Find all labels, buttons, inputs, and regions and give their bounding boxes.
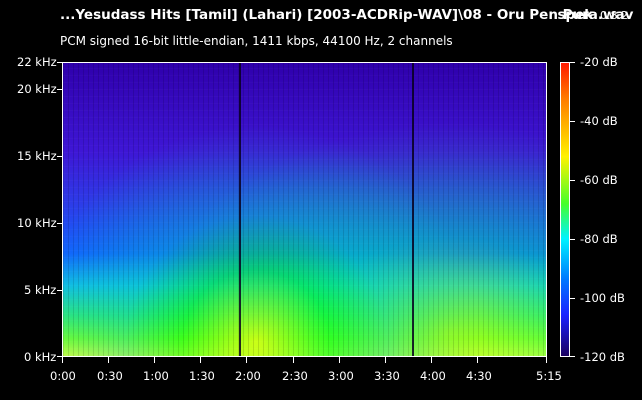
y-tick-label: 5 kHz [24, 283, 57, 297]
x-tick [431, 357, 432, 363]
x-tick-label: 3:30 [374, 369, 400, 383]
x-tick [385, 357, 386, 363]
app-brand: spek 0.8.2 [557, 7, 628, 23]
db-tick [570, 239, 575, 240]
y-tick-label: 10 kHz [17, 216, 57, 230]
x-tick [246, 357, 247, 363]
x-tick-label: 1:30 [189, 369, 215, 383]
x-tick-label: 4:00 [420, 369, 446, 383]
x-tick [293, 357, 294, 363]
x-tick-label: 0:30 [97, 369, 123, 383]
y-tick-label: 15 kHz [17, 149, 57, 163]
y-tick-label: 22 kHz [17, 55, 57, 69]
db-tick [570, 298, 575, 299]
x-tick-label: 2:00 [235, 369, 261, 383]
x-tick-label: 5:15 [536, 369, 562, 383]
spectrogram-dark-line [412, 63, 414, 356]
spectrogram-texture [63, 63, 546, 356]
x-tick-label: 3:00 [328, 369, 354, 383]
db-tick [570, 356, 575, 357]
spectrogram-dark-line [239, 63, 241, 356]
db-colorbar [560, 62, 570, 357]
x-tick [62, 357, 63, 363]
db-tick [570, 121, 575, 122]
spectrogram-plot[interactable] [62, 62, 547, 357]
x-tick-label: 1:00 [143, 369, 169, 383]
x-tick-label: 4:30 [466, 369, 492, 383]
db-tick [570, 180, 575, 181]
app-name: spek [557, 7, 594, 23]
x-tick [154, 357, 155, 363]
x-tick [200, 357, 201, 363]
y-tick [57, 223, 62, 224]
app-version: 0.8.2 [600, 9, 628, 22]
db-tick-label: -40 dB [580, 114, 618, 128]
db-tick-label: -80 dB [580, 232, 618, 246]
y-tick [57, 290, 62, 291]
y-tick [57, 62, 62, 63]
audio-format-subtitle: PCM signed 16-bit little-endian, 1411 kb… [60, 34, 453, 48]
x-tick [339, 357, 340, 363]
x-tick [546, 357, 547, 363]
y-tick [57, 89, 62, 90]
y-tick [57, 156, 62, 157]
db-tick-label: -120 dB [580, 350, 625, 364]
db-tick [570, 62, 575, 63]
y-tick-label: 20 kHz [17, 82, 57, 96]
x-tick-label: 2:30 [282, 369, 308, 383]
x-tick [108, 357, 109, 363]
db-tick-label: -60 dB [580, 173, 618, 187]
db-tick-label: -100 dB [580, 291, 625, 305]
x-tick-label: 0:00 [50, 369, 76, 383]
x-tick [477, 357, 478, 363]
db-tick-label: -20 dB [580, 55, 618, 69]
file-title: ...Yesudass Hits [Tamil] (Lahari) [2003-… [60, 7, 634, 23]
y-tick-label: 0 kHz [24, 350, 57, 364]
